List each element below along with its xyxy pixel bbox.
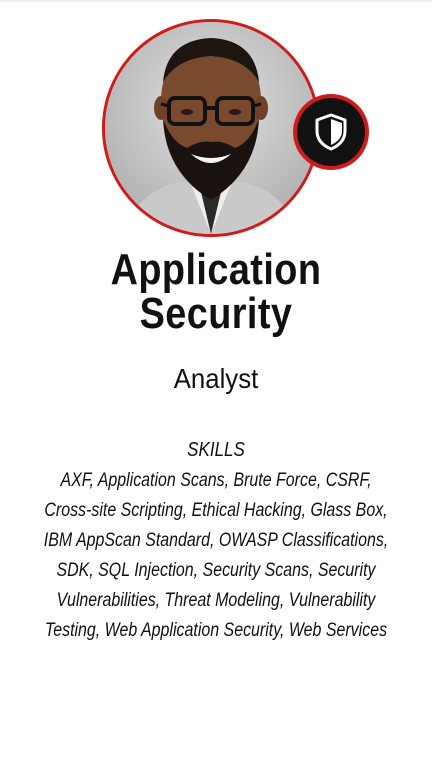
top-divider xyxy=(0,0,432,2)
skills-line: AXF, Application Scans, Brute Force, CSR… xyxy=(60,470,372,491)
skills-line: SDK, SQL Injection, Security Scans, Secu… xyxy=(56,560,376,581)
job-title-line-1: Application xyxy=(110,245,322,294)
skills-line: IBM AppScan Standard, OWASP Classificati… xyxy=(43,530,389,551)
avatar-portrait-image xyxy=(105,22,317,234)
skills-heading: SKILLS xyxy=(187,439,245,461)
skills-line: Cross-site Scripting, Ethical Hacking, G… xyxy=(44,500,388,521)
security-badge xyxy=(293,94,369,170)
badge-inner xyxy=(297,98,365,166)
job-title: Application Security xyxy=(30,248,402,336)
skills-list: AXF, Application Scans, Brute Force, CSR… xyxy=(35,466,398,646)
profile-card: Application Security Analyst SKILLS AXF,… xyxy=(0,0,432,768)
avatar xyxy=(102,19,320,237)
skills-line: Vulnerabilities, Threat Modeling, Vulner… xyxy=(56,590,376,611)
job-title-line-2: Security xyxy=(139,289,293,338)
job-subtitle: Analyst xyxy=(173,363,259,394)
shield-icon xyxy=(315,113,347,151)
skills-line: Testing, Web Application Security, Web S… xyxy=(44,620,388,641)
